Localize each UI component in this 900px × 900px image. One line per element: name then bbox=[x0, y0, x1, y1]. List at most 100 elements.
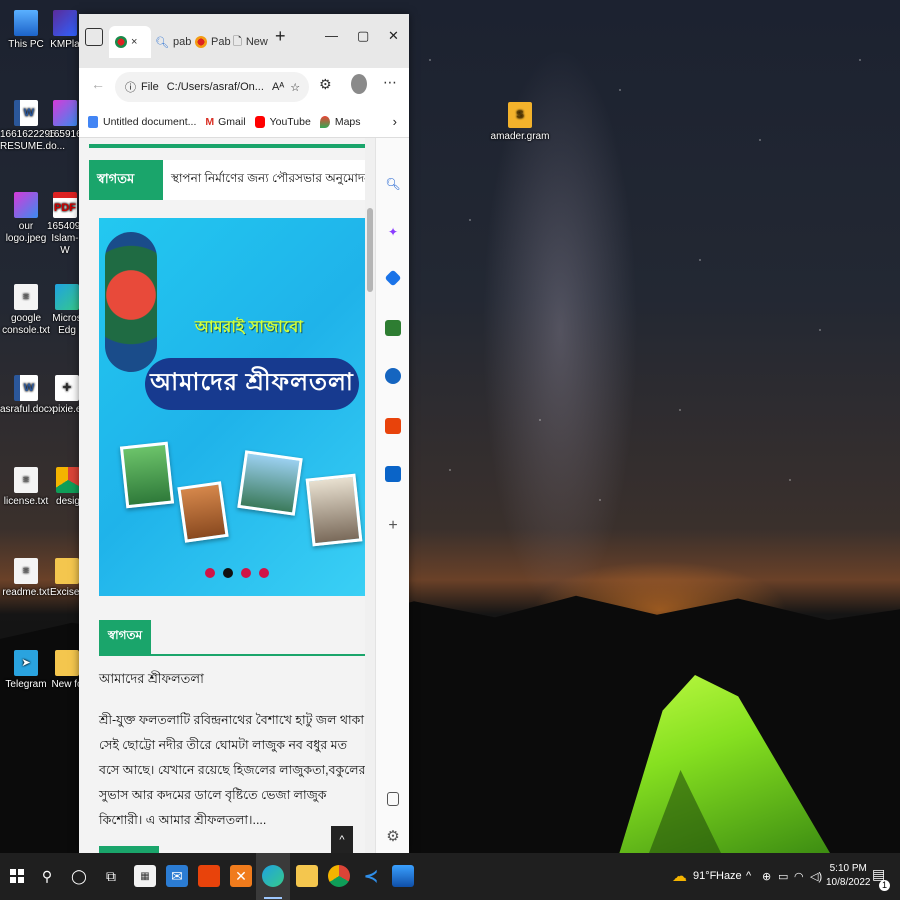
slider-dots bbox=[205, 568, 277, 578]
welcome-subtitle: আমাদের শ্রীফলতলা bbox=[99, 671, 204, 686]
taskbar-search-icon[interactable]: ⚲ bbox=[36, 865, 58, 887]
slider-dot[interactable] bbox=[241, 568, 251, 578]
close-window-button[interactable]: ✕ bbox=[388, 28, 399, 44]
text-file-icon: ≡ bbox=[14, 467, 38, 493]
banner-photo-3 bbox=[237, 450, 303, 516]
network-icon[interactable]: ⊕ bbox=[762, 870, 771, 883]
info-icon: ⓘ bbox=[125, 82, 136, 94]
computer-icon bbox=[14, 10, 38, 36]
task-view-icon[interactable]: ⧉ bbox=[100, 865, 122, 887]
welcome-tab: স্বাগতম bbox=[99, 620, 151, 654]
banner-title: আমাদের শ্রীফলতলা bbox=[145, 358, 359, 410]
slider-dot-active[interactable] bbox=[223, 568, 233, 578]
banner-tagline: আমরাই সাজাবো bbox=[195, 319, 303, 336]
back-arrow-icon[interactable]: ← bbox=[91, 76, 105, 92]
extensions-icon[interactable]: ⚙ bbox=[319, 76, 332, 93]
bookmark-maps[interactable]: Maps bbox=[319, 115, 361, 128]
photos-icon[interactable] bbox=[392, 865, 414, 887]
edge-taskbar-icon[interactable] bbox=[262, 865, 284, 887]
minimize-button[interactable]: — bbox=[325, 28, 338, 43]
sidebar-games-icon[interactable] bbox=[385, 368, 401, 384]
chrome-file-icon bbox=[56, 467, 80, 493]
bookmark-gmail[interactable]: M Gmail bbox=[205, 116, 245, 128]
tab-active[interactable]: × bbox=[109, 26, 151, 58]
notice-text[interactable]: স্থাপনা নির্মাণের জন্য পৌরসভার অনুমোদন গ… bbox=[163, 170, 367, 190]
cortana-icon[interactable]: ◯ bbox=[68, 865, 90, 887]
desktop-icon-resume[interactable]: W 1661622295... RESUME.do... bbox=[0, 100, 65, 153]
bookmark-untitled-document[interactable]: Untitled document... bbox=[88, 115, 196, 128]
wifi-icon[interactable]: ◠ bbox=[794, 870, 804, 883]
vscode-icon[interactable]: ≺ bbox=[360, 865, 382, 887]
tab-new-page[interactable]: 🗋 New bbox=[233, 26, 268, 58]
volume-icon[interactable]: ◁) bbox=[810, 870, 822, 883]
image-file-icon bbox=[53, 100, 77, 126]
desktop-icon-pdf[interactable]: PDF 1654092... Islam-W bbox=[47, 192, 94, 257]
file-explorer-icon[interactable] bbox=[296, 865, 318, 887]
tab-close-icon[interactable]: × bbox=[131, 36, 137, 48]
telegram-icon: ➤ bbox=[14, 650, 38, 676]
folder-icon bbox=[55, 558, 79, 584]
notice-ticker: স্বাগতম স্থাপনা নির্মাণের জন্য পৌরসভার অ… bbox=[89, 160, 367, 200]
scroll-to-top-button[interactable]: ^ bbox=[331, 826, 353, 853]
desktop-icon-google-console[interactable]: ≡ google console.txt bbox=[0, 284, 52, 337]
slider-dot[interactable] bbox=[259, 568, 269, 578]
profile-avatar[interactable] bbox=[351, 74, 367, 94]
search-icon: 🔍︎ bbox=[155, 36, 169, 49]
address-url: C:/Users/asraf/On... bbox=[166, 81, 264, 93]
xampp-icon[interactable]: ✕ bbox=[230, 865, 252, 887]
office-icon[interactable] bbox=[198, 865, 220, 887]
windows-start-icon[interactable] bbox=[6, 865, 28, 887]
tab-search[interactable]: 🔍︎ pab bbox=[155, 26, 191, 58]
sidebar-tools-icon[interactable] bbox=[385, 320, 401, 336]
next-section-header bbox=[99, 846, 159, 853]
desktop-icon-amader-gram[interactable]: S amader.gram bbox=[490, 102, 550, 143]
slider-dot[interactable] bbox=[205, 568, 215, 578]
bookmarks-more-chevron-icon[interactable]: › bbox=[393, 114, 397, 129]
sidebar-office-icon[interactable] bbox=[385, 418, 401, 434]
store-icon[interactable]: ▦ bbox=[134, 865, 156, 887]
header-accent-line bbox=[89, 144, 367, 148]
chrome-icon[interactable] bbox=[328, 865, 350, 887]
tab-site-2[interactable]: Pab bbox=[195, 26, 231, 58]
tray-chevron-up-icon[interactable]: ^ bbox=[746, 870, 751, 882]
desktop-icon-asraful-docx[interactable]: W asraful.docx bbox=[0, 375, 54, 416]
site-favicon bbox=[195, 36, 207, 48]
maps-icon bbox=[319, 115, 330, 128]
weather-temperature[interactable]: 91°F bbox=[693, 870, 716, 882]
sidebar-outlook-icon[interactable] bbox=[385, 466, 401, 482]
clock-time: 5:10 PM bbox=[829, 863, 867, 874]
battery-icon[interactable]: ▭ bbox=[778, 870, 788, 883]
address-bar[interactable]: ⓘ File C:/Users/asraf/On... Aᴬ ☆ bbox=[115, 72, 309, 102]
more-menu-icon[interactable]: ⋯ bbox=[383, 74, 397, 91]
municipality-emblem-icon bbox=[105, 232, 157, 372]
desktop-icon-our-logo[interactable]: our logo.jpeg bbox=[0, 192, 52, 245]
sidebar-search-icon[interactable]: 🔍︎ bbox=[385, 176, 401, 192]
edge-sidebar: 🔍︎ ✦ + ⚙ bbox=[375, 138, 409, 853]
system-clock[interactable]: 5:10 PM 10/8/2022 bbox=[826, 862, 871, 890]
favorite-star-icon[interactable]: ☆ bbox=[290, 81, 300, 94]
maximize-button[interactable]: ▢ bbox=[357, 28, 369, 44]
read-aloud-icon[interactable]: Aᴬ bbox=[272, 81, 284, 93]
banner-photo-1 bbox=[119, 441, 175, 509]
hero-banner-slider[interactable]: আমরাই সাজাবো আমাদের শ্রীফলতলা bbox=[99, 218, 367, 596]
scrollbar-thumb[interactable] bbox=[367, 208, 373, 292]
sidebar-discover-icon[interactable]: ✦ bbox=[385, 224, 401, 240]
bookmark-youtube[interactable]: YouTube bbox=[254, 115, 311, 128]
weather-condition[interactable]: Haze bbox=[716, 870, 742, 882]
weather-icon[interactable]: ☁ bbox=[672, 867, 687, 885]
tab-actions-icon[interactable] bbox=[85, 28, 103, 46]
desktop-icon-license[interactable]: ≡ license.txt bbox=[0, 467, 52, 508]
banner-photo-2 bbox=[177, 481, 229, 543]
desktop-icon-readme[interactable]: ≡ readme.txt bbox=[0, 558, 52, 599]
page-scrollbar[interactable] bbox=[365, 138, 375, 853]
sidebar-settings-gear-icon[interactable]: ⚙ bbox=[385, 828, 401, 845]
desktop-icon-telegram[interactable]: ➤ Telegram bbox=[0, 650, 52, 691]
edge-icon bbox=[55, 284, 79, 310]
mail-icon[interactable]: ✉ bbox=[166, 865, 188, 887]
new-tab-button[interactable]: + bbox=[275, 26, 286, 47]
notification-count-badge: 1 bbox=[879, 880, 890, 891]
sidebar-hide-icon[interactable] bbox=[387, 792, 399, 806]
desktop-icon-image-165916[interactable]: 165916 bbox=[47, 100, 83, 141]
sidebar-add-icon[interactable]: + bbox=[385, 517, 401, 534]
sidebar-tag-icon[interactable] bbox=[384, 269, 402, 287]
